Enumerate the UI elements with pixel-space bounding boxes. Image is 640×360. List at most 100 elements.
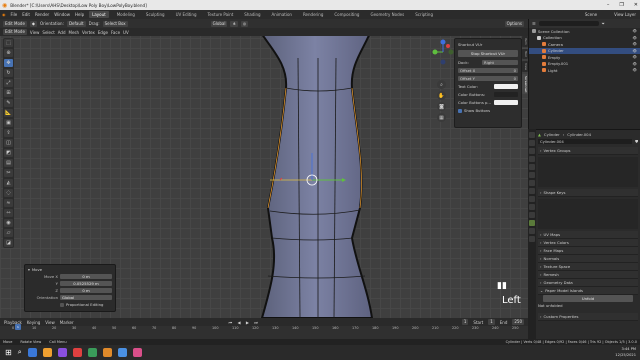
section-normals[interactable]: › Normals — [538, 255, 638, 263]
tab-sculpting[interactable]: Sculpting — [143, 11, 168, 18]
close-button[interactable]: ✕ — [634, 0, 638, 10]
menu-window[interactable]: Window — [54, 12, 70, 17]
options-dropdown[interactable]: Options — [504, 20, 524, 27]
tab-compositing[interactable]: Compositing — [331, 11, 362, 18]
tab-rendering[interactable]: Rendering — [300, 11, 326, 18]
add-cube-icon[interactable]: ▣ — [4, 119, 13, 127]
loop-cut-icon[interactable]: ▤ — [4, 159, 13, 167]
texture-tab-icon[interactable] — [529, 236, 535, 242]
offset-y-field[interactable]: Offset Y 0 — [458, 76, 518, 81]
render-props-tab-icon[interactable] — [529, 140, 535, 146]
rip-icon[interactable]: ◪ — [4, 239, 13, 247]
tab-shading[interactable]: Shading — [241, 11, 263, 18]
stop-shortcut-button[interactable]: Stop Shortcut VUr — [458, 50, 518, 57]
object-tab-icon[interactable] — [529, 180, 535, 186]
smooth-icon[interactable]: ≈ — [4, 199, 13, 207]
visibility-eye-icon[interactable]: 👁 — [633, 68, 640, 72]
constraints-tab-icon[interactable] — [529, 212, 535, 218]
playback-controls[interactable]: ⏮ ◀ ▶ ⏭ — [229, 320, 260, 325]
visibility-eye-icon[interactable]: 👁 — [633, 49, 640, 53]
section-geometry-data[interactable]: › Geometry Data — [538, 279, 638, 287]
cursor-icon[interactable]: ⊕ — [4, 49, 13, 57]
mesh-datablock-field[interactable]: Cylinder.004 — [538, 139, 633, 144]
scale-icon[interactable]: ⤢ — [4, 79, 13, 87]
section-vertex-colors[interactable]: › Vertex Colors — [538, 239, 638, 247]
view-layer-selector[interactable]: View Layer — [614, 12, 640, 17]
menu-select[interactable]: Select — [42, 30, 54, 35]
output-props-tab-icon[interactable] — [529, 148, 535, 154]
taskbar-app-icon[interactable] — [57, 348, 67, 357]
show-buttons-checkbox[interactable] — [458, 108, 462, 113]
world-tab-icon[interactable] — [529, 172, 535, 178]
menu-vertex[interactable]: Vertex — [82, 30, 95, 35]
mesh-data-tab-icon[interactable] — [529, 220, 535, 226]
taskbar-app-icon[interactable] — [87, 348, 97, 357]
section-remesh[interactable]: › Remesh — [538, 271, 638, 279]
bevel-icon[interactable]: ◩ — [4, 149, 13, 157]
timeline-track[interactable] — [0, 326, 528, 339]
modifier-tab-icon[interactable] — [529, 188, 535, 194]
physics-tab-icon[interactable] — [529, 204, 535, 210]
system-clock[interactable]: 3:44 PM 12/25/2021 — [615, 346, 636, 358]
menu-view[interactable]: View — [30, 30, 40, 35]
section-shape-keys[interactable]: › Shape Keys — [538, 189, 638, 197]
shape-keys-list[interactable] — [538, 199, 638, 229]
menu-timeline-view[interactable]: View — [45, 320, 55, 325]
blender-menu-icon[interactable]: ◉ — [2, 12, 6, 17]
taskbar-app-icon[interactable] — [27, 348, 37, 357]
visibility-eye-icon[interactable]: 👁 — [633, 42, 640, 46]
dock-dropdown[interactable]: Right — [482, 60, 518, 65]
section-paper-model-islands[interactable]: ⌄ Paper Model Islands — [538, 287, 638, 295]
menu-edit[interactable]: Edit — [22, 12, 30, 17]
menu-keying[interactable]: Keying — [27, 320, 40, 325]
material-tab-icon[interactable] — [529, 228, 535, 234]
menu-mesh[interactable]: Mesh — [69, 30, 80, 35]
color-buttons-swatch[interactable] — [494, 92, 518, 97]
measure-icon[interactable]: 📐 — [4, 109, 13, 117]
start-icon[interactable]: ⊞ — [5, 348, 12, 357]
visibility-eye-icon[interactable]: 👁 — [633, 62, 640, 66]
particles-tab-icon[interactable] — [529, 196, 535, 202]
shrink-fatten-icon[interactable]: ◉ — [4, 219, 13, 227]
grid-ortho-icon[interactable]: ▦ — [437, 113, 446, 122]
extrude-icon[interactable]: ⇪ — [4, 129, 13, 137]
outliner-search-input[interactable] — [538, 21, 599, 26]
knife-icon[interactable]: ✂ — [4, 169, 13, 177]
camera-view-icon[interactable]: ◙ — [437, 102, 446, 111]
outliner-row[interactable]: Light 👁 — [529, 67, 640, 74]
taskbar-app-icon[interactable] — [72, 348, 82, 357]
proportional-checkbox[interactable] — [60, 302, 64, 307]
minimize-button[interactable]: – — [607, 0, 610, 10]
menu-face[interactable]: Face — [111, 30, 120, 35]
poly-build-icon[interactable]: ◭ — [4, 179, 13, 187]
current-frame-field[interactable]: 1 — [461, 319, 469, 325]
menu-marker[interactable]: Marker — [60, 320, 74, 325]
text-color-swatch[interactable] — [494, 84, 518, 89]
menu-help[interactable]: Help — [75, 12, 84, 17]
zoom-icon[interactable]: ⌕ — [437, 80, 446, 89]
section-uv-maps[interactable]: › UV Maps — [538, 231, 638, 239]
section-custom-properties[interactable]: › Custom Properties — [538, 313, 638, 321]
menu-add[interactable]: Add — [58, 30, 66, 35]
playhead[interactable]: 1 — [15, 324, 21, 330]
select-box-icon[interactable]: ⬚ — [4, 39, 13, 47]
edge-slide-icon[interactable]: ⇿ — [4, 209, 13, 217]
tab-modeling[interactable]: Modeling — [114, 11, 138, 18]
inset-icon[interactable]: ◫ — [4, 139, 13, 147]
section-face-maps[interactable]: › Face Maps — [538, 247, 638, 255]
move-y-field[interactable]: 0.0525529 m — [60, 281, 112, 286]
offset-x-field[interactable]: Offset X 0 — [458, 68, 518, 73]
menu-uv[interactable]: UV — [123, 30, 129, 35]
taskbar-app-icon[interactable] — [42, 348, 52, 357]
orientation-dropdown[interactable]: Default — [66, 20, 86, 27]
section-vertex-groups[interactable]: › Vertex Groups — [538, 147, 638, 155]
operator-title-row[interactable]: ▾ Move — [28, 267, 112, 272]
orientation-op-dropdown[interactable]: Global — [60, 295, 112, 300]
select-mode-vertex-icon[interactable]: ◆ — [29, 20, 37, 27]
navigation-gizmo[interactable] — [432, 38, 454, 78]
tab-layout[interactable]: Layout — [89, 11, 109, 18]
taskbar-app-icon[interactable] — [117, 348, 127, 357]
scene-selector[interactable]: Scene — [585, 12, 597, 17]
start-frame-field[interactable]: 1 — [488, 319, 495, 325]
tab-uv-editing[interactable]: UV Editing — [173, 11, 200, 18]
